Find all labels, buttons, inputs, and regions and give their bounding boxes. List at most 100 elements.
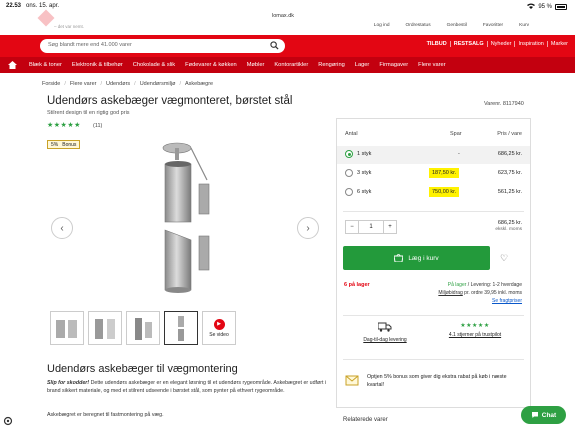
miljobidrag-line: Miljøbidrag pr. ordre 39,95 inkl. moms — [438, 289, 522, 297]
cat-chokolade[interactable]: Chokolade & slik — [128, 62, 180, 68]
truck-icon — [377, 322, 392, 332]
crumb-flere[interactable]: Flere varer — [70, 81, 97, 87]
thumbnail-image — [135, 318, 152, 340]
radio-selected[interactable] — [345, 150, 353, 158]
freight-link[interactable]: Se fragtpriser — [438, 297, 522, 305]
add-to-cart-button[interactable]: Læg i kurv — [343, 246, 490, 270]
search-icon[interactable] — [270, 41, 279, 50]
top-nav: TILBUD RESTSALG Nyheder Inspiration Mark… — [424, 41, 571, 47]
thumbnail-video[interactable]: ▶ Se video — [202, 311, 236, 345]
delivery-line: På lager / Levering: 1-2 hverdage — [438, 281, 522, 289]
video-thumb: ▶ Se video — [203, 312, 235, 344]
page-title: Udendørs askebæger vægmonteret, børstet … — [47, 95, 293, 107]
cat-mobler[interactable]: Møbler — [242, 62, 270, 68]
crumb-udendors[interactable]: Udendørs — [106, 81, 130, 87]
cat-blaek[interactable]: Blæk & toner — [24, 62, 67, 68]
review-count[interactable]: (11) — [93, 123, 102, 129]
cat-rengoring[interactable]: Rengøring — [313, 62, 350, 68]
miljobidrag-link[interactable]: Miljøbidrag — [438, 290, 462, 296]
crumb-forside[interactable]: Forside — [42, 81, 60, 87]
tier-qty: 3 styk — [357, 170, 372, 176]
tier-qty: 1 styk — [357, 151, 372, 157]
thumbnail-strip: ▶ Se video — [50, 311, 236, 345]
cookie-settings-icon[interactable] — [3, 416, 13, 426]
cat-kontor[interactable]: Kontorartikler — [269, 62, 313, 68]
topnav-marker[interactable]: Marker — [546, 41, 571, 47]
quantity-stepper[interactable]: − 1 + — [345, 220, 397, 234]
cat-fodevarer[interactable]: Fødevarer & køkken — [180, 62, 242, 68]
util-reorder[interactable]: Genbestil — [447, 23, 467, 28]
crumb-sep: / — [134, 81, 136, 87]
tier-price: 561,25 kr. — [497, 189, 522, 195]
logo-tagline: – det var nemt. — [54, 24, 85, 29]
topnav-nyheder[interactable]: Nyheder — [486, 41, 515, 47]
topnav-restsalg[interactable]: RESTSALG — [449, 41, 487, 47]
topnav-tilbud[interactable]: TILBUD — [424, 41, 450, 47]
play-icon: ▶ — [213, 318, 225, 330]
stock-status: 6 på lager — [344, 282, 370, 288]
tier-row-1[interactable]: 1 styk - 686,25 kr. — [337, 146, 530, 164]
util-login[interactable]: Log ind — [374, 23, 390, 28]
util-favorites[interactable]: Favoritter — [483, 23, 503, 28]
topnav-inspiration[interactable]: Inspiration — [514, 41, 546, 47]
favorite-heart-icon[interactable]: ♡ — [500, 253, 508, 264]
status-right: 95 % — [527, 3, 567, 11]
rating-stars[interactable]: ★★★★★ — [47, 121, 81, 129]
gallery-next-button[interactable]: › — [297, 217, 319, 239]
divider — [343, 211, 524, 212]
search-input[interactable]: Søg blandt mere end 41.000 varer — [40, 39, 285, 53]
product-number: Varenr. 8117940 — [484, 101, 524, 107]
radio[interactable] — [345, 188, 353, 196]
wifi-icon — [527, 3, 536, 11]
plus-button[interactable]: + — [384, 221, 396, 233]
gallery-prev-button[interactable]: ‹ — [51, 217, 73, 239]
status-date: ons. 15. apr. — [26, 3, 60, 9]
usp-delivery-label[interactable]: Dag-til-dag levering — [363, 337, 406, 343]
crumb-sep: / — [100, 81, 102, 87]
browser-url[interactable]: lomax.dk — [272, 13, 294, 19]
crumb-sep: / — [64, 81, 66, 87]
cat-flere[interactable]: Flere varer — [413, 62, 451, 68]
crumb-udendorsmiljo[interactable]: Udendørsmiljø — [140, 81, 176, 87]
util-orderstatus[interactable]: Ordrestatus — [406, 23, 431, 28]
battery-icon — [555, 4, 567, 10]
breadcrumb: Forside / Flere varer / Udendørs / Udendørs… — [42, 81, 213, 87]
bonus-pct: 5% — [51, 142, 59, 148]
tier-row-2[interactable]: 3 styk 187,50 kr. 623,75 kr. — [337, 165, 530, 183]
utility-nav: Log ind Ordrestatus Genbestil Favoritter… — [374, 23, 529, 28]
tier-save: 187,50 kr. — [429, 168, 460, 178]
add-to-cart-label: Læg i kurv — [408, 254, 439, 262]
quantity-field[interactable]: 1 — [358, 221, 384, 233]
delivery-time: / Levering: 1-2 hverdage — [466, 282, 522, 288]
tier-price: 686,25 kr. — [497, 151, 522, 157]
thumbnail-3[interactable] — [126, 311, 160, 345]
product-image — [162, 142, 210, 293]
minus-button[interactable]: − — [346, 221, 358, 233]
product-subtitle: Stilrent design til en rigtig god pris — [47, 110, 130, 116]
crumb-sep: / — [179, 81, 181, 87]
thumbnail-1[interactable] — [50, 311, 84, 345]
crumb-askebaegre[interactable]: Askebægre — [185, 81, 213, 87]
delivery-info: På lager / Levering: 1-2 hverdage Miljøb… — [438, 281, 522, 305]
lomax-logo[interactable]: – det var nemt. — [37, 9, 130, 32]
home-icon[interactable] — [0, 57, 24, 73]
col-pris: Pris / vare — [497, 131, 522, 137]
related-products-heading: Relaterede varer — [343, 417, 388, 423]
thumbnail-4[interactable] — [164, 311, 198, 345]
total-note: ekskl. moms — [495, 227, 522, 232]
chat-button[interactable]: Chat — [521, 406, 566, 424]
bonus-envelope-icon — [345, 375, 359, 386]
util-cart[interactable]: Kurv — [519, 23, 529, 28]
cat-firmagaver[interactable]: Firmagaver — [374, 62, 413, 68]
usp-delivery: Dag-til-dag levering — [355, 322, 415, 343]
bonus-badge: 5% Bonus — [47, 140, 81, 149]
cat-elektronik[interactable]: Elektronik & tilbehør — [67, 62, 128, 68]
cat-lager[interactable]: Lager — [350, 62, 375, 68]
trustpilot-label[interactable]: 4.1 stjerner på trustpilot — [449, 332, 501, 338]
logo-mark-icon — [37, 9, 55, 27]
tier-qty: 6 styk — [357, 189, 372, 195]
divider — [343, 315, 524, 316]
thumbnail-2[interactable] — [88, 311, 122, 345]
radio[interactable] — [345, 169, 353, 177]
tier-row-3[interactable]: 6 styk 750,00 kr. 561,25 kr. — [337, 184, 530, 202]
